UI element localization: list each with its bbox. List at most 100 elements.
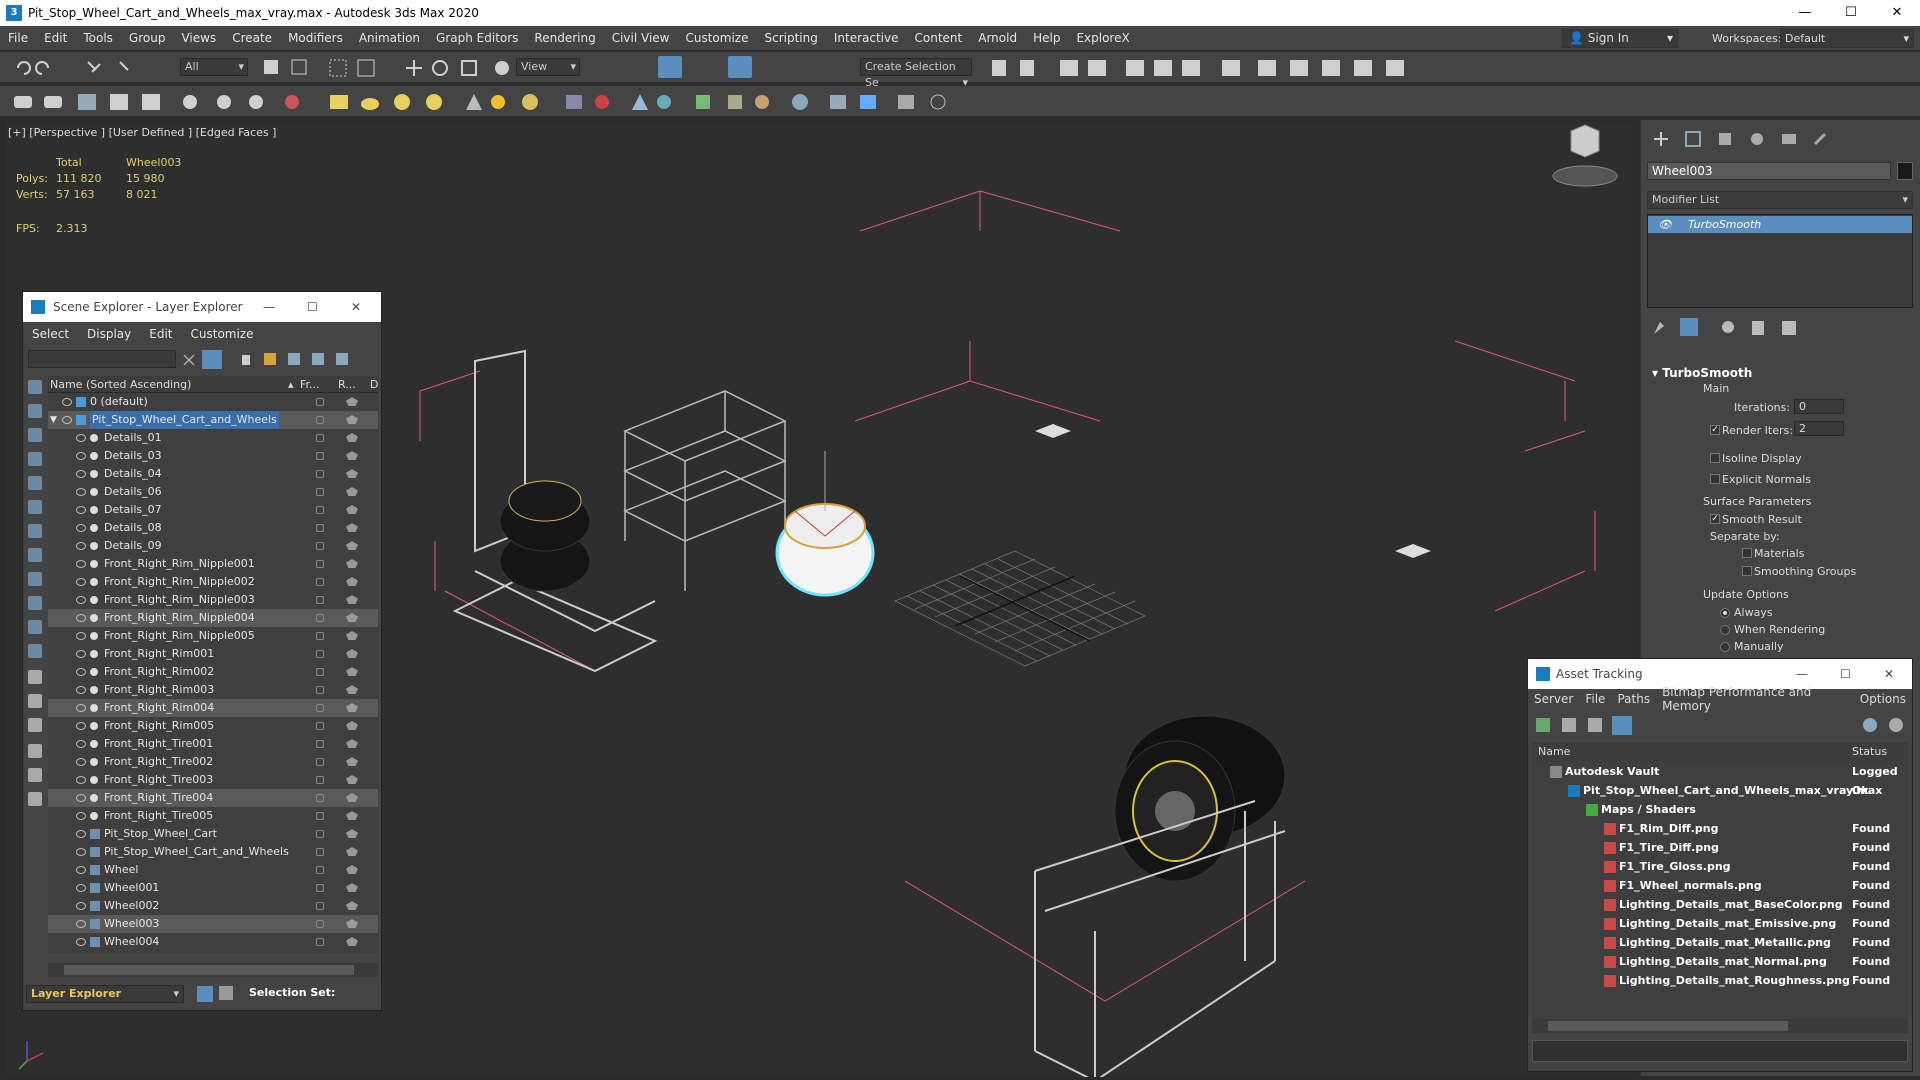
materials-checkbox[interactable]: [1742, 548, 1752, 558]
visibility-eye-icon[interactable]: [76, 434, 86, 442]
visibility-eye-icon[interactable]: [62, 398, 72, 406]
freeze-toggle-icon[interactable]: [316, 722, 324, 730]
menu-interactive[interactable]: Interactive: [826, 26, 907, 50]
menu-file[interactable]: File: [0, 26, 36, 50]
at-menu-paths[interactable]: Paths: [1611, 692, 1656, 706]
freeze-toggle-icon[interactable]: [316, 560, 324, 568]
freeze-toggle-icon[interactable]: [316, 812, 324, 820]
menu-group[interactable]: Group: [121, 26, 174, 50]
se-menu-customize[interactable]: Customize: [182, 327, 263, 341]
expand-arrow-icon[interactable]: ▼: [50, 411, 57, 429]
render-iters-spinner[interactable]: 2: [1794, 421, 1844, 436]
asset-row[interactable]: F1_Wheel_normals.png Found: [1532, 876, 1908, 895]
filter-helpers-icon[interactable]: [28, 476, 42, 490]
renderable-toggle-icon[interactable]: [346, 595, 358, 604]
visibility-eye-icon[interactable]: [76, 722, 86, 730]
create-tab[interactable]: [1649, 128, 1673, 150]
renderable-toggle-icon[interactable]: [346, 451, 358, 460]
explorer-row[interactable]: Details_03: [48, 447, 378, 465]
visibility-eye-icon[interactable]: [76, 812, 86, 820]
reference-coord-dropdown[interactable]: View ▾: [516, 58, 580, 76]
filter-frozen-icon[interactable]: [28, 620, 42, 634]
renderable-toggle-icon[interactable]: [346, 775, 358, 784]
visibility-eye-icon[interactable]: [76, 938, 86, 946]
explorer-row[interactable]: Wheel002: [48, 897, 378, 915]
when-rendering-radio[interactable]: [1720, 625, 1730, 635]
explorer-row[interactable]: Details_04: [48, 465, 378, 483]
explorer-row[interactable]: Front_Right_Tire003: [48, 771, 378, 789]
freeze-toggle-icon[interactable]: [316, 884, 324, 892]
maximize-button[interactable]: ☐: [1828, 0, 1874, 26]
freeze-toggle-icon[interactable]: [316, 596, 324, 604]
renderable-toggle-icon[interactable]: [346, 703, 358, 712]
freeze-toggle-icon[interactable]: [316, 578, 324, 586]
utilities-tab[interactable]: [1809, 128, 1833, 150]
visibility-eye-icon[interactable]: [76, 596, 86, 604]
explorer-row[interactable]: Front_Right_Rim001: [48, 645, 378, 663]
explorer-row[interactable]: ▼ Pit_Stop_Wheel_Cart_and_Wheels: [48, 411, 378, 429]
explorer-row[interactable]: Front_Right_Rim004: [48, 699, 378, 717]
always-radio[interactable]: [1720, 608, 1730, 618]
explorer-row[interactable]: Front_Right_Rim005: [48, 717, 378, 735]
explorer-row[interactable]: Wheel004: [48, 933, 378, 951]
visibility-eye-icon[interactable]: [76, 632, 86, 640]
renderable-toggle-icon[interactable]: [346, 559, 358, 568]
renderable-toggle-icon[interactable]: [346, 667, 358, 676]
render-iters-checkbox[interactable]: ✓: [1710, 425, 1720, 435]
display-none-icon[interactable]: [28, 694, 42, 708]
at-col-name[interactable]: Name: [1538, 742, 1570, 762]
explorer-row[interactable]: Front_Right_Rim002: [48, 663, 378, 681]
freeze-toggle-icon[interactable]: [316, 524, 324, 532]
menu-arnold[interactable]: Arnold: [970, 26, 1025, 50]
explorer-row[interactable]: Front_Right_Rim_Nipple002: [48, 573, 378, 591]
visibility-eye-icon[interactable]: [76, 488, 86, 496]
freeze-toggle-icon[interactable]: [316, 614, 324, 622]
filter-geometry-icon[interactable]: [28, 380, 42, 394]
col-render-header[interactable]: R...: [338, 376, 356, 393]
scene-explorer-search-input[interactable]: [28, 350, 176, 368]
renderable-toggle-icon[interactable]: [346, 469, 358, 478]
close-button[interactable]: ✕: [1874, 0, 1920, 26]
renderable-toggle-icon[interactable]: [346, 631, 358, 640]
se-horizontal-scrollbar[interactable]: [48, 963, 378, 977]
motion-tab[interactable]: [1745, 128, 1769, 150]
se-menu-select[interactable]: Select: [23, 327, 78, 341]
explorer-row[interactable]: Pit_Stop_Wheel_Cart: [48, 825, 378, 843]
scroll-thumb[interactable]: [1548, 1021, 1788, 1031]
menu-customize[interactable]: Customize: [677, 26, 756, 50]
scene-explorer-titlebar[interactable]: Scene Explorer - Layer Explorer — ☐ ✕: [23, 292, 381, 322]
freeze-toggle-icon[interactable]: [316, 920, 324, 928]
filter-lights-icon[interactable]: [28, 428, 42, 442]
minimize-button[interactable]: —: [1782, 0, 1828, 26]
renderable-toggle-icon[interactable]: [346, 739, 358, 748]
explorer-row[interactable]: Details_07: [48, 501, 378, 519]
visibility-eye-icon[interactable]: [76, 758, 86, 766]
explorer-row[interactable]: Details_01: [48, 429, 378, 447]
explorer-mode-dropdown[interactable]: Layer Explorer ▾: [26, 985, 184, 1003]
menu-modifiers[interactable]: Modifiers: [280, 26, 351, 50]
renderable-toggle-icon[interactable]: [346, 883, 358, 892]
sign-in-dropdown[interactable]: 👤 Sign In ▾: [1562, 29, 1678, 48]
menu-content[interactable]: Content: [907, 26, 971, 50]
visibility-eye-icon[interactable]: [76, 578, 86, 586]
visibility-eye-icon[interactable]: [76, 452, 86, 460]
hierarchy-icon[interactable]: [219, 986, 233, 1000]
filter-shapes-icon[interactable]: [28, 404, 42, 418]
iterations-spinner[interactable]: 0: [1794, 399, 1844, 414]
freeze-toggle-icon[interactable]: [316, 398, 324, 406]
select-and-manipulate-button[interactable]: [658, 56, 682, 78]
freeze-toggle-icon[interactable]: [316, 452, 324, 460]
isoline-display-checkbox[interactable]: [1710, 453, 1720, 463]
explicit-normals-checkbox[interactable]: [1710, 474, 1720, 484]
explorer-row[interactable]: Details_08: [48, 519, 378, 537]
renderable-toggle-icon[interactable]: [346, 685, 358, 694]
bag-icon[interactable]: [28, 792, 42, 806]
freeze-toggle-icon[interactable]: [316, 668, 324, 676]
funnel-alt-icon[interactable]: [28, 768, 42, 782]
visibility-eye-icon[interactable]: [76, 560, 86, 568]
se-menu-display[interactable]: Display: [78, 327, 140, 341]
asset-row[interactable]: Pit_Stop_Wheel_Cart_and_Wheels_max_vray.…: [1532, 781, 1908, 800]
layer-explorer-icon[interactable]: [197, 986, 213, 1002]
selection-filter-dropdown[interactable]: All ▾: [180, 58, 248, 76]
visibility-eye-icon[interactable]: [76, 920, 86, 928]
